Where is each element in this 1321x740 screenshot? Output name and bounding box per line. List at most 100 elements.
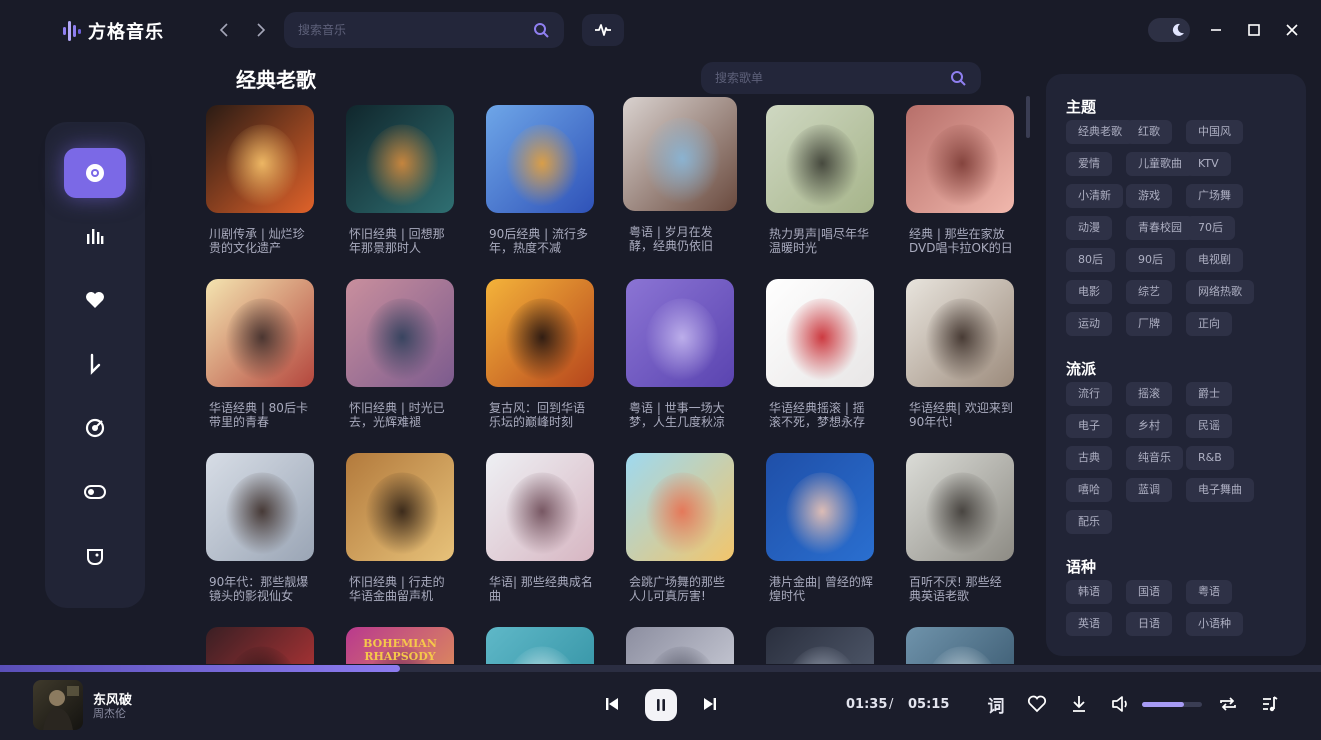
playlist-cover[interactable] <box>906 627 1014 664</box>
search-icon[interactable] <box>532 21 550 39</box>
playlist-card[interactable]: BOHEMIAN RHAPSODY <box>340 618 456 664</box>
playlist-title[interactable]: 粤语 | 世事一场大梦，人生几度秋凉 <box>629 401 733 429</box>
tag-chip[interactable]: 蓝调 <box>1126 478 1172 502</box>
playlist-queue-button[interactable] <box>1258 692 1282 716</box>
playlist-title[interactable]: 会跳广场舞的那些人儿可真厉害! <box>629 575 733 603</box>
playlist-card[interactable]: 华语经典| 欢迎来到 90年代! <box>900 270 1016 429</box>
playlist-card[interactable]: 华语| 那些经典成名曲 <box>480 444 596 603</box>
tag-chip[interactable]: 韩语 <box>1066 580 1112 604</box>
playlist-title[interactable]: 经典 | 那些在家放DVD唱卡拉OK的日子 <box>909 227 1013 255</box>
tag-chip[interactable]: 粤语 <box>1186 580 1232 604</box>
playlist-title[interactable]: 华语经典摇滚 | 摇滚不死，梦想永存 <box>769 401 873 429</box>
playlist-title[interactable]: 华语| 那些经典成名曲 <box>489 575 593 603</box>
playlist-cover[interactable] <box>486 627 594 664</box>
playlist-card[interactable] <box>620 618 736 664</box>
minimize-button[interactable] <box>1204 18 1228 42</box>
tag-chip[interactable]: 90后 <box>1126 248 1175 272</box>
tag-chip[interactable]: 网络热歌 <box>1186 280 1254 304</box>
playlist-cover[interactable] <box>766 105 874 213</box>
tag-chip[interactable]: 70后 <box>1186 216 1235 240</box>
playlist-cover[interactable] <box>206 105 314 213</box>
previous-button[interactable] <box>602 694 622 714</box>
tag-chip[interactable]: 动漫 <box>1066 216 1112 240</box>
playlist-cover[interactable] <box>766 279 874 387</box>
playlist-card[interactable]: 热力男声|唱尽年华温暖时光 <box>760 96 876 255</box>
volume-button[interactable] <box>1109 692 1133 716</box>
tag-chip[interactable]: 游戏 <box>1126 184 1172 208</box>
repeat-button[interactable] <box>1216 692 1240 716</box>
audio-pulse-button[interactable] <box>582 14 624 46</box>
tag-chip[interactable]: 青春校园 <box>1126 216 1194 240</box>
tag-chip[interactable]: 英语 <box>1066 612 1112 636</box>
playlist-card[interactable]: 复古风：回到华语乐坛的巅峰时刻 <box>480 270 596 429</box>
playlist-cover[interactable] <box>206 627 314 664</box>
tag-chip[interactable]: 爱情 <box>1066 152 1112 176</box>
sidebar-item-charts[interactable] <box>64 211 126 261</box>
sidebar-item-favorites[interactable] <box>64 275 126 325</box>
playlist-cover[interactable] <box>906 105 1014 213</box>
playlist-card[interactable]: 怀旧经典 | 行走的华语金曲留声机 <box>340 444 456 603</box>
tag-chip[interactable]: 古典 <box>1066 446 1112 470</box>
music-search-input[interactable] <box>298 23 532 37</box>
playlist-card[interactable]: 粤语 | 岁月在发酵，经典仍依旧 <box>620 96 737 253</box>
playlist-card[interactable] <box>900 618 1016 664</box>
volume-slider[interactable] <box>1142 702 1202 707</box>
tag-chip[interactable]: 运动 <box>1066 312 1112 336</box>
playlist-card[interactable] <box>760 618 876 664</box>
playlist-cover[interactable] <box>206 453 314 561</box>
tag-chip[interactable]: 电子舞曲 <box>1186 478 1254 502</box>
tag-chip[interactable]: 红歌 <box>1126 120 1172 144</box>
forward-button[interactable] <box>250 18 272 42</box>
tag-chip[interactable]: 纯音乐 <box>1126 446 1183 470</box>
playlist-cover[interactable] <box>766 453 874 561</box>
tag-chip[interactable]: 厂牌 <box>1126 312 1172 336</box>
playlist-title[interactable]: 百听不厌! 那些经典英语老歌 <box>909 575 1013 603</box>
playlist-card[interactable]: 经典 | 那些在家放DVD唱卡拉OK的日子 <box>900 96 1016 255</box>
tag-chip[interactable]: 电子 <box>1066 414 1112 438</box>
playlist-card[interactable] <box>200 618 316 664</box>
sidebar-item-profile[interactable] <box>64 531 126 581</box>
playlist-card[interactable]: 粤语 | 世事一场大梦，人生几度秋凉 <box>620 270 736 429</box>
tag-chip[interactable]: 嘻哈 <box>1066 478 1112 502</box>
tag-chip[interactable]: 综艺 <box>1126 280 1172 304</box>
now-playing-artist[interactable]: 周杰伦 <box>93 705 126 721</box>
playlist-cover[interactable] <box>346 279 454 387</box>
playlist-title[interactable]: 怀旧经典 | 时光已去，光辉难褪 <box>349 401 453 429</box>
next-button[interactable] <box>700 694 720 714</box>
tag-chip[interactable]: 广场舞 <box>1186 184 1243 208</box>
playlist-cover[interactable] <box>626 627 734 664</box>
playlist-card[interactable]: 百听不厌! 那些经典英语老歌 <box>900 444 1016 603</box>
playlist-cover[interactable] <box>766 627 874 664</box>
download-button[interactable] <box>1067 692 1091 716</box>
sidebar-item-discover[interactable] <box>64 148 126 198</box>
playlist-card[interactable]: 怀旧经典 | 回想那年那景那时人 <box>340 96 456 255</box>
tag-chip[interactable]: 日语 <box>1126 612 1172 636</box>
playlist-title[interactable]: 华语经典| 欢迎来到 90年代! <box>909 401 1013 429</box>
tag-chip[interactable]: 摇滚 <box>1126 382 1172 406</box>
tag-chip[interactable]: 国语 <box>1126 580 1172 604</box>
close-button[interactable] <box>1280 18 1304 42</box>
sidebar-item-download[interactable] <box>64 339 126 389</box>
playlist-cover[interactable] <box>206 279 314 387</box>
playlist-card[interactable]: 90年代：那些靓爆镜头的影视仙女 <box>200 444 316 603</box>
tag-chip[interactable]: 经典老歌 <box>1066 120 1134 144</box>
tag-chip[interactable]: 小语种 <box>1186 612 1243 636</box>
tag-chip[interactable]: 电视剧 <box>1186 248 1243 272</box>
playlist-cover[interactable] <box>626 453 734 561</box>
playlist-cover[interactable] <box>906 453 1014 561</box>
tag-chip[interactable]: 爵士 <box>1186 382 1232 406</box>
like-button[interactable] <box>1025 692 1049 716</box>
tag-chip[interactable]: 小清新 <box>1066 184 1123 208</box>
tag-chip[interactable]: 流行 <box>1066 382 1112 406</box>
tag-chip[interactable]: 电影 <box>1066 280 1112 304</box>
tag-chip[interactable]: R&B <box>1186 446 1234 470</box>
lyrics-button[interactable]: 词 <box>984 692 1008 717</box>
sidebar-item-settings[interactable] <box>64 467 126 517</box>
tag-chip[interactable]: 乡村 <box>1126 414 1172 438</box>
playlist-title[interactable]: 怀旧经典 | 行走的华语金曲留声机 <box>349 575 453 603</box>
playlist-cover[interactable] <box>623 97 737 211</box>
playlist-title[interactable]: 粤语 | 岁月在发酵，经典仍依旧 <box>629 225 733 253</box>
playlist-cover[interactable] <box>486 279 594 387</box>
tag-chip[interactable]: 民谣 <box>1186 414 1232 438</box>
playlist-cover[interactable] <box>346 105 454 213</box>
